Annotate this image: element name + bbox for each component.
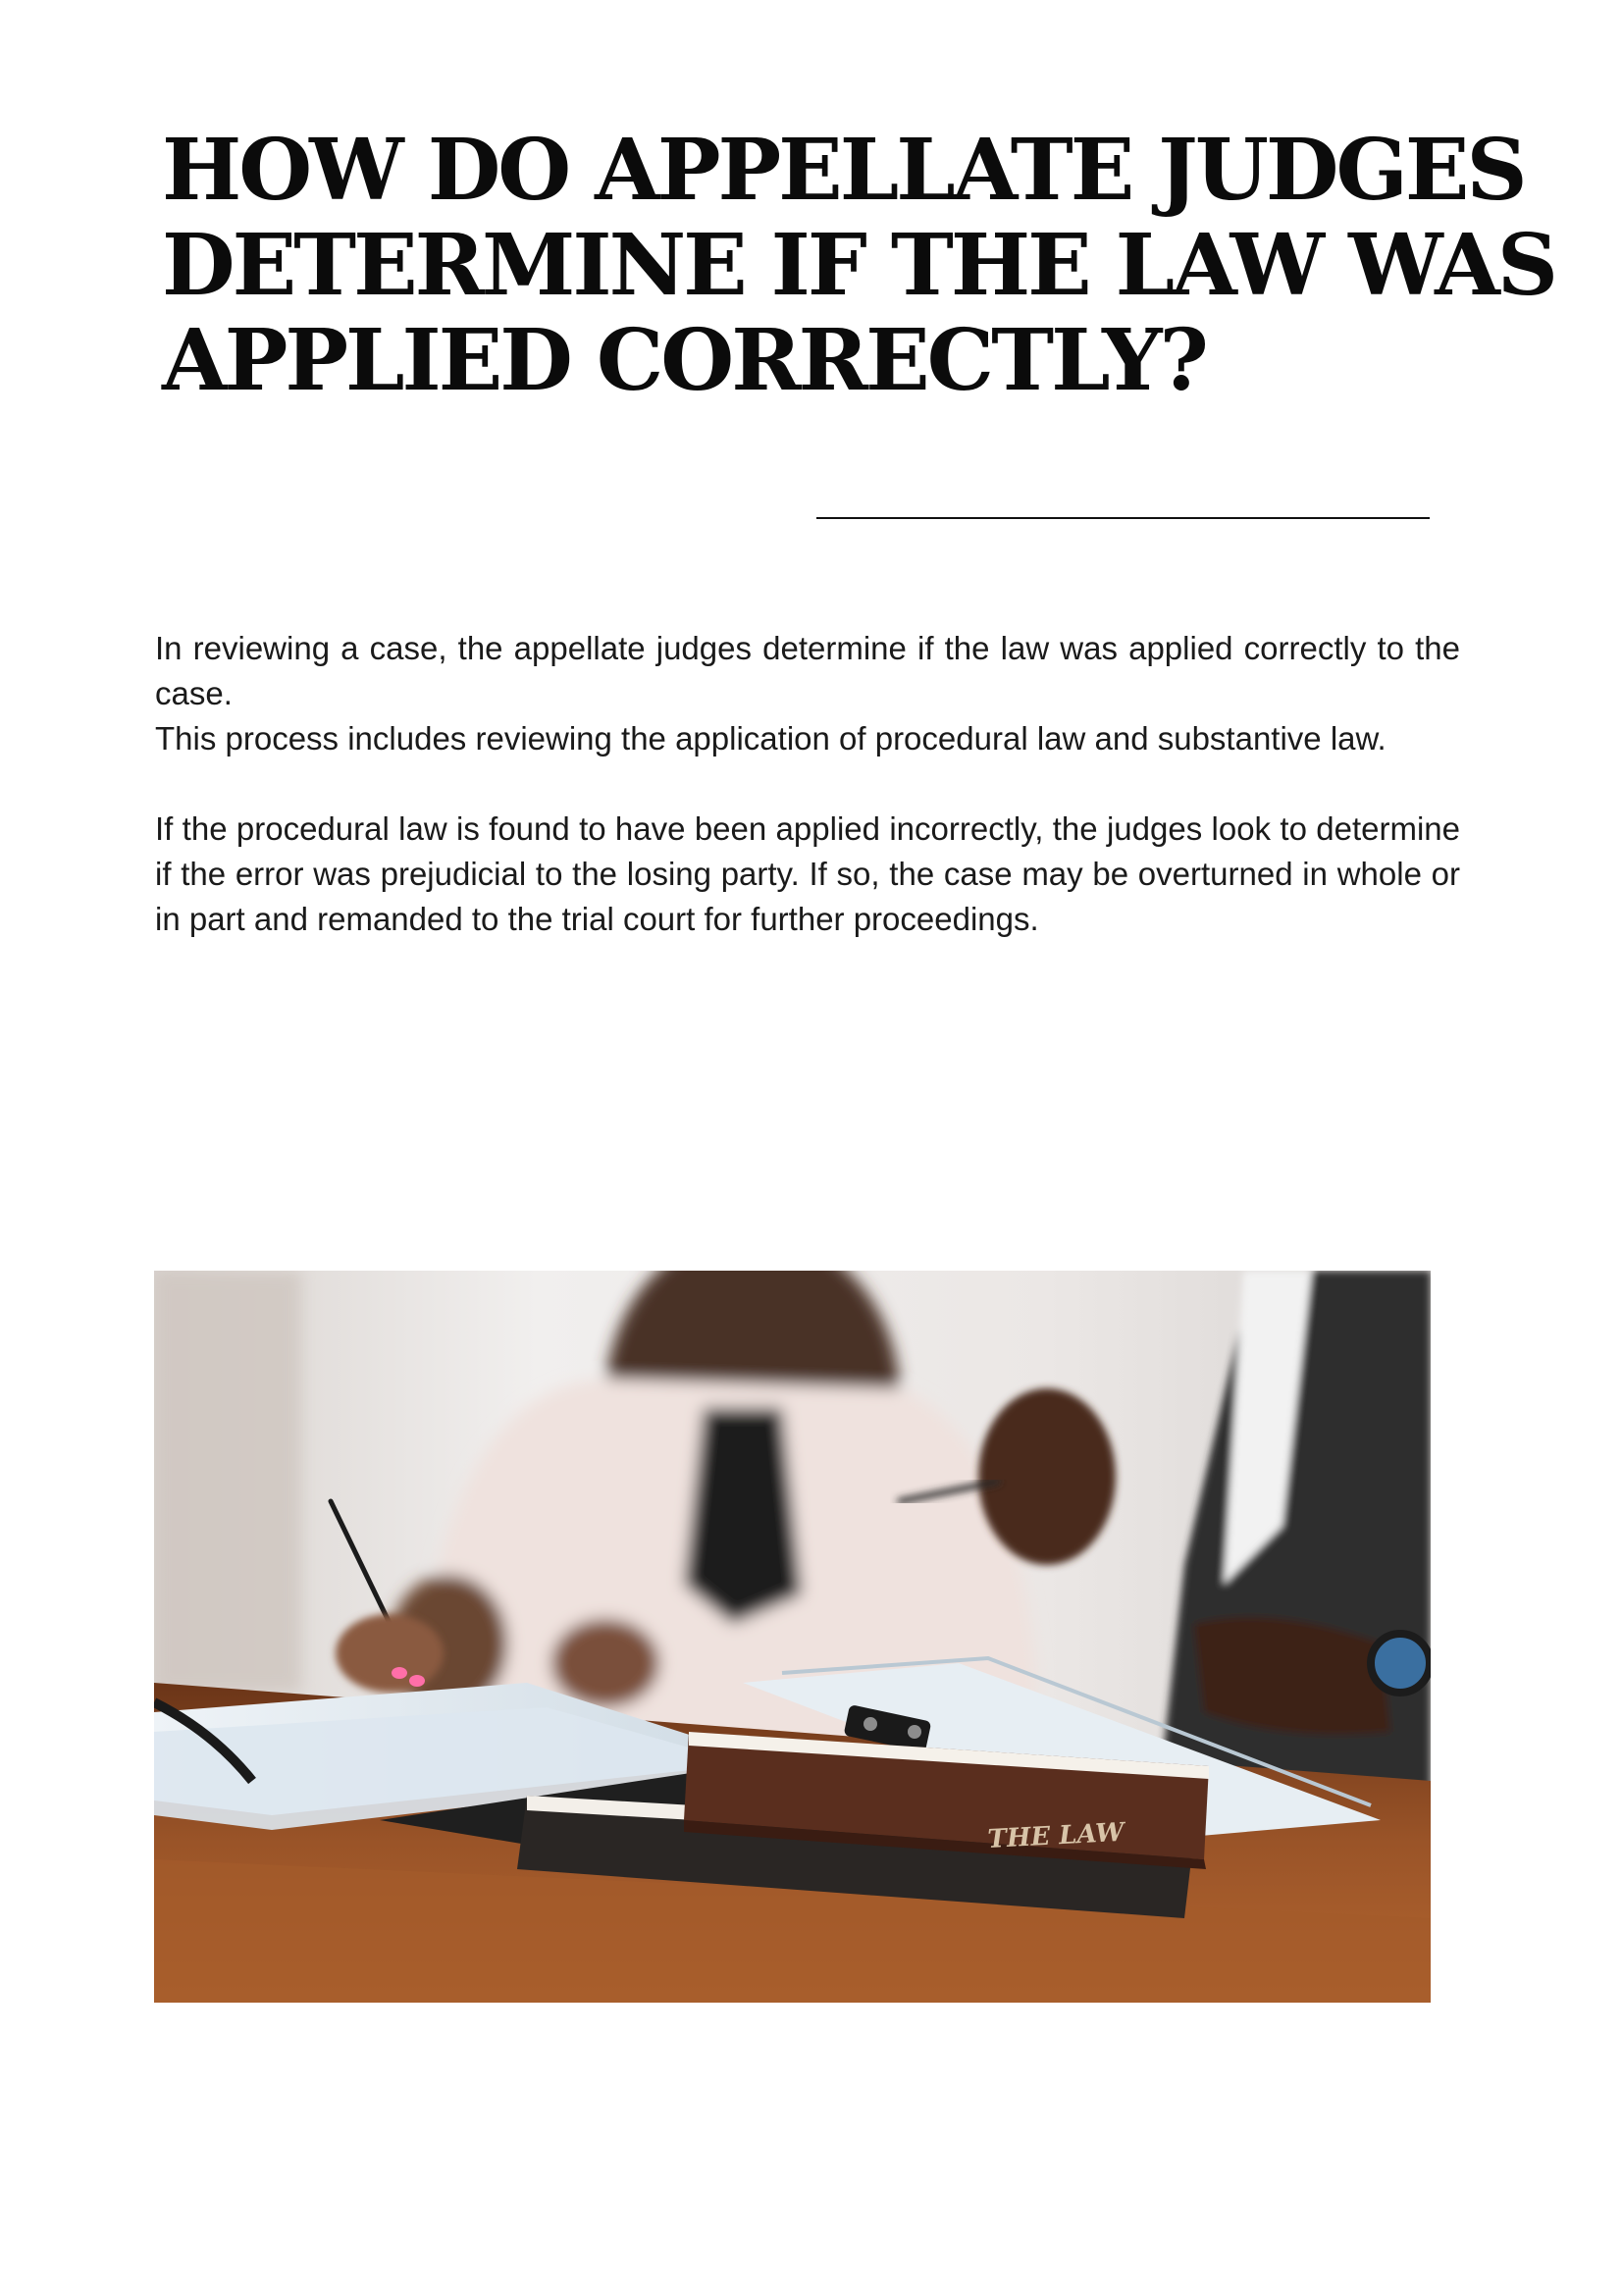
- law-desk-photo: THE LAW: [154, 1271, 1431, 2003]
- title-divider: [816, 517, 1430, 519]
- page-title: HOW DO APPELLATE JUDGES DETERMINE IF THE…: [162, 121, 1558, 410]
- title-line-2: DETERMINE IF THE LAW WAS: [162, 216, 1558, 315]
- title-line-3: APPLIED CORRECTLY?: [162, 311, 1209, 410]
- body-text: In reviewing a case, the appellate judge…: [155, 626, 1460, 942]
- paragraph-2: This process includes reviewing the appl…: [155, 720, 1387, 757]
- paragraph-1: In reviewing a case, the appellate judge…: [155, 630, 1460, 711]
- law-desk-illustration: THE LAW: [154, 1271, 1431, 2003]
- paragraph-3: If the procedural law is found to have b…: [155, 810, 1460, 937]
- title-line-1: HOW DO APPELLATE JUDGES: [162, 121, 1528, 220]
